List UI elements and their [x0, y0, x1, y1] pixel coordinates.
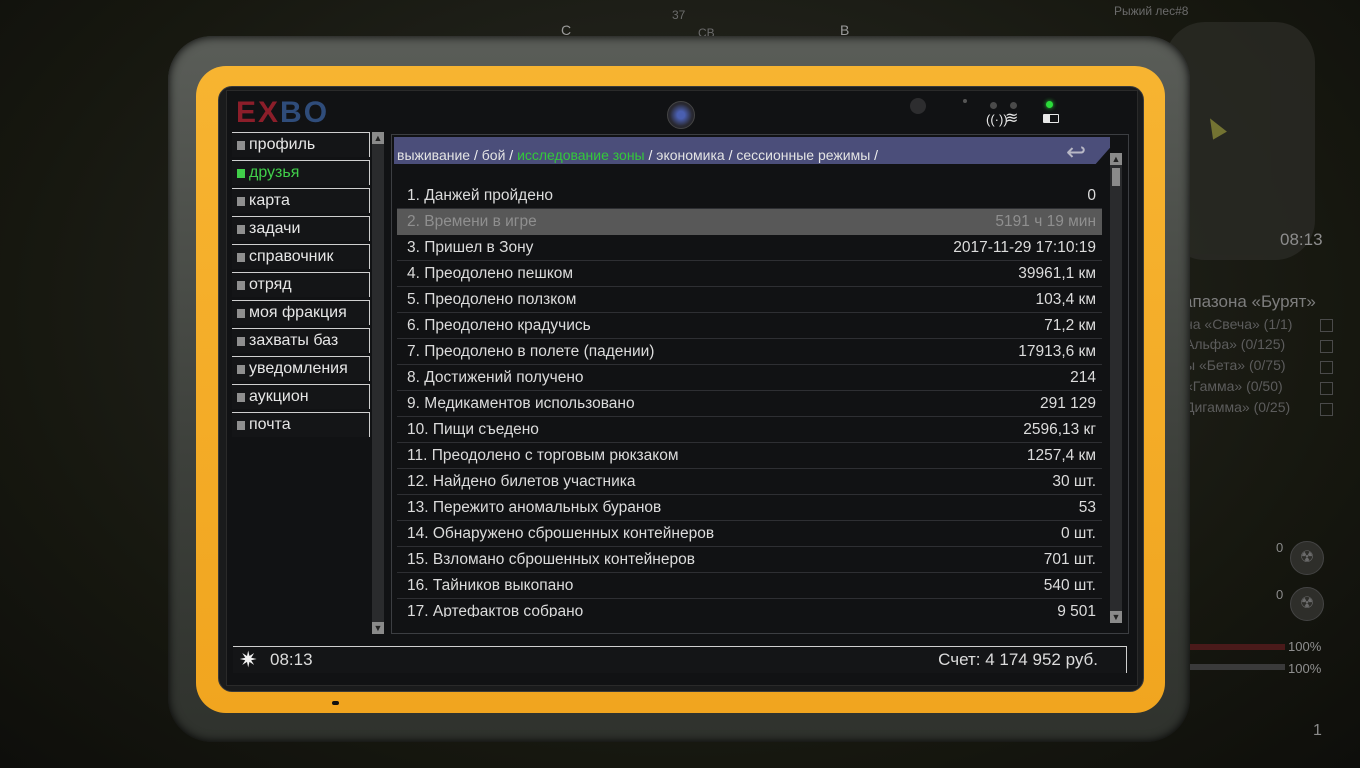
menu-scrollbar[interactable]: [372, 132, 384, 634]
quest-checkbox: [1320, 403, 1333, 416]
breadcrumb-survival[interactable]: выживание: [397, 147, 470, 163]
list-item[interactable]: 10. Пищи съедено 2596,13 кг: [397, 417, 1102, 443]
breadcrumb-combat[interactable]: бой: [482, 147, 506, 163]
breadcrumb-economy[interactable]: экономика: [656, 147, 724, 163]
exbo-logo: EXBO: [236, 96, 330, 129]
stamina-percent: 100%: [1288, 661, 1322, 676]
menu-item-base-captures[interactable]: захваты баз: [232, 328, 370, 353]
quest-checkbox: [1320, 361, 1333, 374]
bullet-icon: [237, 281, 245, 290]
health-bar: [1190, 644, 1285, 650]
footer-time: 08:13: [270, 650, 313, 669]
radiation-icon: ☢: [1290, 587, 1324, 621]
list-item[interactable]: 15. Взломано сброшенных контейнеров 701 ш…: [397, 547, 1102, 573]
menu-item-squad[interactable]: отряд: [232, 272, 370, 297]
menu-item-reference[interactable]: справочник: [232, 244, 370, 269]
quest-checkbox: [1320, 382, 1333, 395]
bullet-icon: [237, 421, 245, 430]
tablet-menu: профиль друзья карта задачи справочник о…: [232, 132, 370, 440]
breadcrumb-exploration[interactable]: исследование зоны: [517, 147, 645, 163]
quest-objective: на «Свеча» (1/1): [1185, 316, 1293, 332]
bullet-icon: [237, 393, 245, 402]
list-item[interactable]: 4. Преодолено пешком 39961,1 км: [397, 261, 1102, 287]
quest-objective: ы «Бета» (0/75): [1185, 357, 1286, 373]
bullet-icon: [237, 169, 245, 178]
menu-item-notifications[interactable]: уведомления: [232, 356, 370, 381]
menu-scroll-up-icon[interactable]: ▲: [372, 132, 384, 144]
list-item[interactable]: 17. Артефактов собрано 9 501: [397, 599, 1102, 618]
stats-scroll-up-icon[interactable]: ▲: [1110, 153, 1122, 165]
sensor: [910, 98, 926, 114]
menu-item-mail[interactable]: почта: [232, 412, 370, 437]
list-item[interactable]: 3. Пришел в Зону 2017-11-29 17:10:19: [397, 235, 1102, 261]
health-percent: 100%: [1288, 639, 1322, 654]
list-item[interactable]: 7. Преодолено в полете (падении) 17913,6 …: [397, 339, 1102, 365]
list-item[interactable]: 13. Пережито аномальных буранов 53: [397, 495, 1102, 521]
quest-objective: Дигамма» (0/25): [1185, 399, 1291, 415]
menu-scroll-down-icon[interactable]: ▼: [372, 622, 384, 634]
list-item[interactable]: 14. Обнаружено сброшенных контейнеров 0 ш…: [397, 521, 1102, 547]
list-item[interactable]: 8. Достижений получено 214: [397, 365, 1102, 391]
list-item[interactable]: 5. Преодолено ползком 103,4 км: [397, 287, 1102, 313]
psy-icon: ☢: [1290, 541, 1324, 575]
quest-checkbox: [1320, 340, 1333, 353]
stats-scroll-thumb[interactable]: [1112, 168, 1120, 186]
list-item[interactable]: 12. Найдено билетов участника 30 шт.: [397, 469, 1102, 495]
hud-clock: 08:13: [1280, 230, 1323, 249]
sensor: [990, 102, 997, 109]
quest-objective: Альфа» (0/125): [1185, 336, 1286, 352]
quest-checkbox: [1320, 319, 1333, 332]
menu-item-tasks[interactable]: задачи: [232, 216, 370, 241]
bullet-icon: [237, 253, 245, 262]
sensor: [963, 99, 967, 103]
sun-icon: ✷: [239, 647, 258, 672]
location-name: Рыжий лес#8: [1114, 4, 1189, 18]
tablet-footer: ✷ 08:13 Счет: 4 174 952 руб.: [233, 646, 1127, 673]
tablet-port: [332, 701, 339, 705]
bullet-icon: [237, 365, 245, 374]
ammo-count: 1: [1313, 722, 1322, 739]
stats-list: 1. Данжей пройдено 0 2. Времени в игре 519…: [397, 183, 1102, 617]
player-arrow-icon: [1203, 114, 1227, 140]
menu-item-map[interactable]: карта: [232, 188, 370, 213]
breadcrumb-session-modes[interactable]: сессионные режимы: [736, 147, 870, 163]
list-item[interactable]: 6. Преодолено крадучись 71,2 км: [397, 313, 1102, 339]
menu-item-profile[interactable]: профиль: [232, 132, 370, 157]
list-item[interactable]: 1. Данжей пройдено 0: [397, 183, 1102, 209]
bullet-icon: [237, 197, 245, 206]
list-item[interactable]: 16. Тайников выкопано 540 шт.: [397, 573, 1102, 599]
quest-objective: «Гамма» (0/50): [1185, 378, 1283, 394]
quest-title: апазона «Бурят»: [1183, 292, 1316, 311]
psy-value: 0: [1276, 540, 1284, 555]
breadcrumb: выживание / бой / исследование зоны / эк…: [394, 137, 1110, 164]
radiation-value: 0: [1276, 587, 1284, 602]
menu-item-auction[interactable]: аукцион: [232, 384, 370, 409]
bullet-icon: [237, 337, 245, 346]
menu-item-faction[interactable]: моя фракция: [232, 300, 370, 325]
wifi-icon: ≋: [1005, 110, 1019, 127]
stamina-bar: [1190, 664, 1285, 670]
camera-icon: [667, 101, 695, 129]
list-item[interactable]: 11. Преодолено с торговым рюкзаком 1257,4…: [397, 443, 1102, 469]
stats-scroll-down-icon[interactable]: ▼: [1110, 611, 1122, 623]
bullet-icon: [237, 141, 245, 150]
menu-item-friends[interactable]: друзья: [232, 160, 370, 185]
list-item[interactable]: 2. Времени в игре 5191 ч 19 мин: [397, 209, 1102, 235]
stats-scrollbar[interactable]: [1110, 153, 1122, 623]
list-item[interactable]: 9. Медикаментов использовано 291 129: [397, 391, 1102, 417]
power-led: [1046, 101, 1053, 108]
compass-degrees: 37: [672, 8, 686, 22]
bullet-icon: [237, 309, 245, 318]
battery-icon: [1043, 114, 1059, 123]
bullet-icon: [237, 225, 245, 234]
back-arrow-icon[interactable]: ↩: [1066, 138, 1086, 167]
account-balance: Счет: 4 174 952 руб.: [938, 650, 1098, 669]
